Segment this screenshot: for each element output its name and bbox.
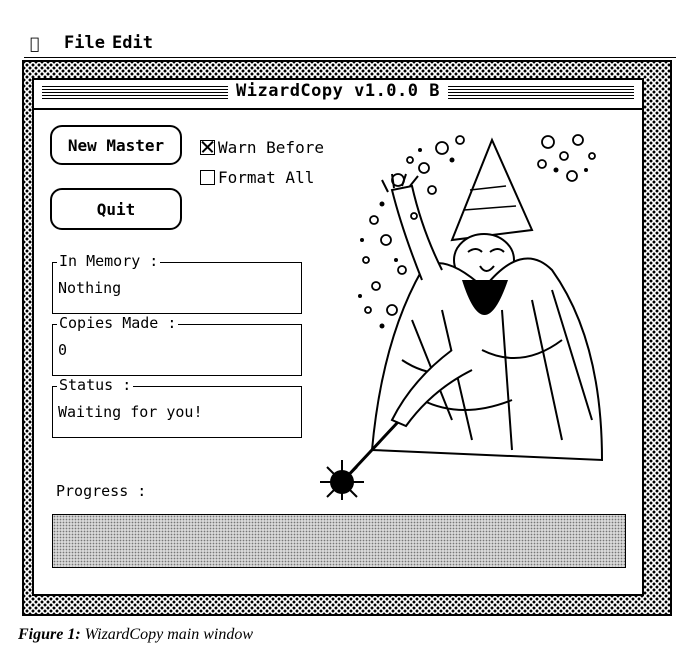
menu-edit[interactable]: Edit: [112, 33, 153, 53]
menu-bar-divider: [24, 57, 676, 58]
progress-label: Progress :: [56, 482, 147, 500]
copies-made-value: 0: [58, 341, 68, 359]
menu-bar:  File Edit: [0, 0, 680, 58]
main-window: WizardCopy v1.0.0 B New Master Quit Warn…: [32, 78, 644, 596]
caption-text: WizardCopy main window: [84, 626, 253, 643]
status-value: Waiting for you!: [58, 403, 203, 421]
status-group: Status : Waiting for you!: [52, 376, 302, 438]
caption-label: Figure 1:: [18, 626, 81, 643]
title-bar[interactable]: WizardCopy v1.0.0 B: [34, 80, 642, 110]
in-memory-group: In Memory : Nothing: [52, 252, 302, 314]
apple-menu-icon[interactable]: : [30, 34, 40, 53]
copies-made-group: Copies Made : 0: [52, 314, 302, 376]
menu-file[interactable]: File: [64, 33, 105, 53]
format-all-label: Format All: [218, 168, 315, 187]
copies-made-label: Copies Made :: [57, 314, 179, 332]
in-memory-value: Nothing: [58, 279, 122, 297]
window-title: WizardCopy v1.0.0 B: [228, 81, 448, 101]
figure-caption: Figure 1: WizardCopy main window: [18, 626, 253, 644]
new-master-button[interactable]: New Master: [50, 125, 182, 165]
format-all-checkbox-box[interactable]: [200, 170, 215, 185]
format-all-checkbox[interactable]: Format All: [200, 168, 314, 187]
progress-bar: [52, 514, 626, 568]
in-memory-label: In Memory :: [57, 252, 161, 270]
status-label: Status :: [57, 376, 134, 394]
wizard-illustration: [320, 134, 604, 500]
quit-button[interactable]: Quit: [50, 188, 182, 230]
warn-before-checkbox-box[interactable]: [200, 140, 215, 155]
